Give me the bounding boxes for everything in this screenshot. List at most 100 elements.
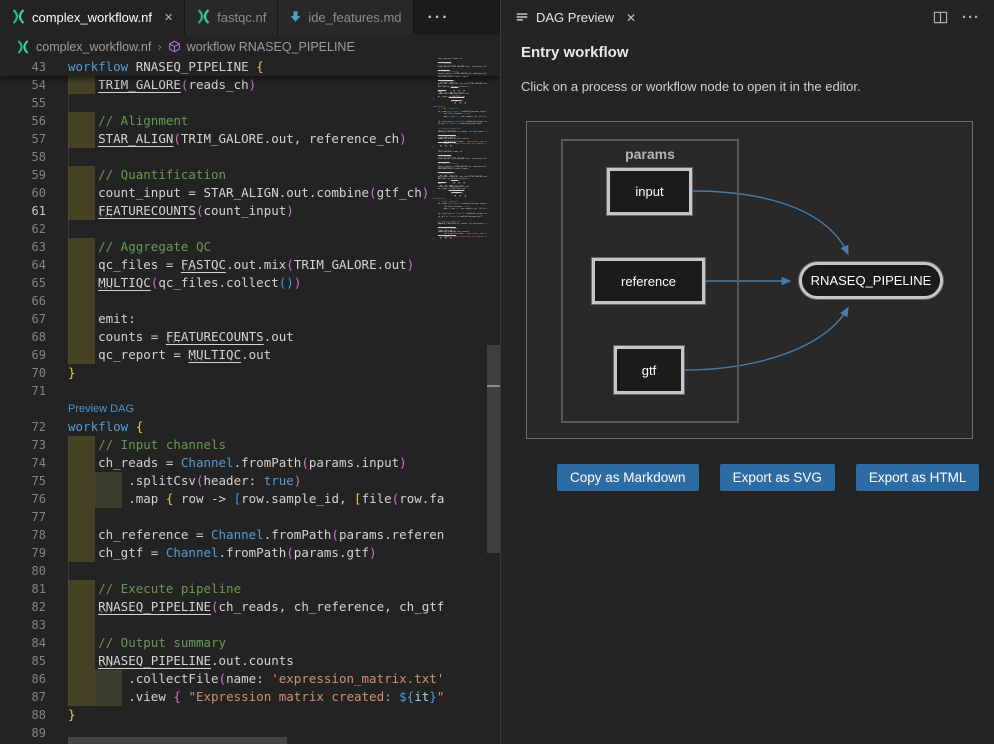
line-number[interactable]: 69 [0, 346, 46, 364]
code-line[interactable]: 81 // Execute pipeline [0, 580, 500, 598]
code-line[interactable]: 65 MULTIQC(qc_files.collect()) [0, 274, 500, 292]
panel-tab-title[interactable]: DAG Preview [536, 10, 614, 25]
tab-fastqc[interactable]: fastqc.nf [185, 0, 278, 35]
codelens-link[interactable]: Preview DAG [0, 400, 500, 418]
line-number[interactable]: 60 [0, 184, 46, 202]
code-line[interactable]: 75 .splitCsv(header: true) [0, 472, 500, 490]
code-line[interactable]: 88} [0, 706, 500, 724]
line-number[interactable]: 67 [0, 310, 46, 328]
line-number[interactable]: 58 [0, 148, 46, 166]
line-number[interactable]: 87 [0, 688, 46, 706]
code-line[interactable]: 62 [0, 220, 500, 238]
code-line[interactable]: 63 // Aggregate QC [0, 238, 500, 256]
close-icon[interactable]: ✕ [626, 11, 636, 25]
line-number[interactable]: 77 [0, 508, 46, 526]
horizontal-scrollbar[interactable] [0, 737, 487, 744]
vertical-scrollbar[interactable] [487, 58, 500, 737]
code-token: { [136, 419, 144, 434]
line-number[interactable]: 73 [0, 436, 46, 454]
dag-node-rnaseq-pipeline[interactable]: RNASEQ_PIPELINE [799, 262, 943, 299]
code-line[interactable]: 80 [0, 562, 500, 580]
line-number[interactable]: 63 [0, 238, 46, 256]
export-as-svg-button[interactable]: Export as SVG [720, 464, 835, 491]
code-line[interactable]: 79 ch_gtf = Channel.fromPath(params.gtf) [0, 544, 500, 562]
more-actions-icon[interactable]: ··· [962, 9, 980, 26]
line-number[interactable]: 70 [0, 364, 46, 382]
code-line[interactable]: 67 emit: [0, 310, 500, 328]
code-line[interactable]: 76 .map { row -> [row.sample_id, [file(r… [0, 490, 500, 508]
code-line[interactable]: 61 FEATURECOUNTS(count_input) [0, 202, 500, 220]
line-number[interactable]: 81 [0, 580, 46, 598]
line-number[interactable]: 68 [0, 328, 46, 346]
line-number[interactable]: 57 [0, 130, 46, 148]
code-line[interactable]: 70} [0, 364, 500, 382]
horizontal-scrollbar-slider[interactable] [68, 737, 287, 744]
line-number[interactable]: 62 [0, 220, 46, 238]
line-number[interactable]: 65 [0, 274, 46, 292]
code-line[interactable]: 84 // Output summary [0, 634, 500, 652]
breadcrumb-symbol[interactable]: workflow RNASEQ_PIPELINE [187, 40, 355, 54]
line-number[interactable]: 86 [0, 670, 46, 688]
code-line[interactable]: 64 qc_files = FASTQC.out.mix(TRIM_GALORE… [0, 256, 500, 274]
line-number[interactable]: 64 [0, 256, 46, 274]
code-line[interactable]: 54 TRIM_GALORE(reads_ch) [0, 76, 500, 94]
code-line[interactable]: 71 [0, 382, 500, 400]
line-number[interactable]: 72 [0, 418, 46, 436]
line-number[interactable]: 56 [0, 112, 46, 130]
line-number[interactable]: 66 [0, 292, 46, 310]
line-number[interactable]: 55 [0, 94, 46, 112]
code-line[interactable]: 56 // Alignment [0, 112, 500, 130]
code-line[interactable]: 85 RNASEQ_PIPELINE.out.counts [0, 652, 500, 670]
code-line[interactable]: 72workflow { [0, 418, 500, 436]
line-number[interactable]: 74 [0, 454, 46, 472]
vertical-scrollbar-slider[interactable] [487, 345, 500, 553]
close-icon[interactable]: ✕ [164, 11, 173, 24]
code-line[interactable]: 77 [0, 508, 500, 526]
minimap[interactable]: TRIM_GALORE(reads_ch) // Alignment STAR_… [433, 58, 487, 244]
code-line[interactable]: 68 counts = FEATURECOUNTS.out [0, 328, 500, 346]
line-number[interactable]: 85 [0, 652, 46, 670]
tab-complex-workflow[interactable]: complex_workflow.nf ✕ [0, 0, 185, 35]
line-number[interactable]: 59 [0, 166, 46, 184]
dag-node-reference[interactable]: reference [592, 258, 705, 304]
line-number[interactable]: 88 [0, 706, 46, 724]
dag-node-input[interactable]: input [607, 168, 692, 215]
line-number[interactable]: 82 [0, 598, 46, 616]
line-number[interactable]: 83 [0, 616, 46, 634]
code-editor[interactable]: 43workflow RNASEQ_PIPELINE { 54 TRIM_GAL… [0, 58, 500, 744]
line-number[interactable]: 43 [0, 58, 46, 76]
line-number[interactable]: 78 [0, 526, 46, 544]
copy-as-markdown-button[interactable]: Copy as Markdown [557, 464, 699, 491]
code-line[interactable]: 43workflow RNASEQ_PIPELINE { [0, 58, 500, 76]
code-line[interactable]: 82 RNASEQ_PIPELINE(ch_reads, ch_referenc… [0, 598, 500, 616]
code-line[interactable]: 87 .view { "Expression matrix created: $… [0, 688, 500, 706]
code-line[interactable]: 74 ch_reads = Channel.fromPath(params.in… [0, 454, 500, 472]
export-as-html-button[interactable]: Export as HTML [856, 464, 980, 491]
split-editor-icon[interactable] [933, 10, 948, 25]
code-line[interactable]: 58 [0, 148, 500, 166]
code-line[interactable]: 73 // Input channels [0, 436, 500, 454]
line-number[interactable]: 79 [0, 544, 46, 562]
code-token: Channel [181, 455, 234, 470]
code-line[interactable]: 78 ch_reference = Channel.fromPath(param… [0, 526, 500, 544]
breadcrumb-file[interactable]: complex_workflow.nf [36, 40, 151, 54]
line-number[interactable]: 80 [0, 562, 46, 580]
code-line[interactable]: 86 .collectFile(name: 'expression_matrix… [0, 670, 500, 688]
code-line[interactable]: 69 qc_report = MULTIQC.out [0, 346, 500, 364]
line-number[interactable]: 84 [0, 634, 46, 652]
code-line[interactable]: 83 [0, 616, 500, 634]
code-line[interactable]: 66 [0, 292, 500, 310]
code-line[interactable]: 60 count_input = STAR_ALIGN.out.combine(… [0, 184, 500, 202]
line-number[interactable]: 71 [0, 382, 46, 400]
code-line[interactable]: 57 STAR_ALIGN(TRIM_GALORE.out, reference… [0, 130, 500, 148]
line-number[interactable]: 61 [0, 202, 46, 220]
line-number[interactable]: 76 [0, 490, 46, 508]
code-line[interactable]: 59 // Quantification [0, 166, 500, 184]
line-number[interactable]: 75 [0, 472, 46, 490]
dag-node-gtf[interactable]: gtf [614, 346, 684, 394]
sticky-scroll-line[interactable]: 43workflow RNASEQ_PIPELINE { [0, 58, 500, 76]
line-number[interactable]: 54 [0, 76, 46, 94]
code-line[interactable]: 55 [0, 94, 500, 112]
tab-ide-features[interactable]: ide_features.md [278, 0, 413, 35]
tab-overflow-icon[interactable]: ··· [428, 9, 450, 27]
